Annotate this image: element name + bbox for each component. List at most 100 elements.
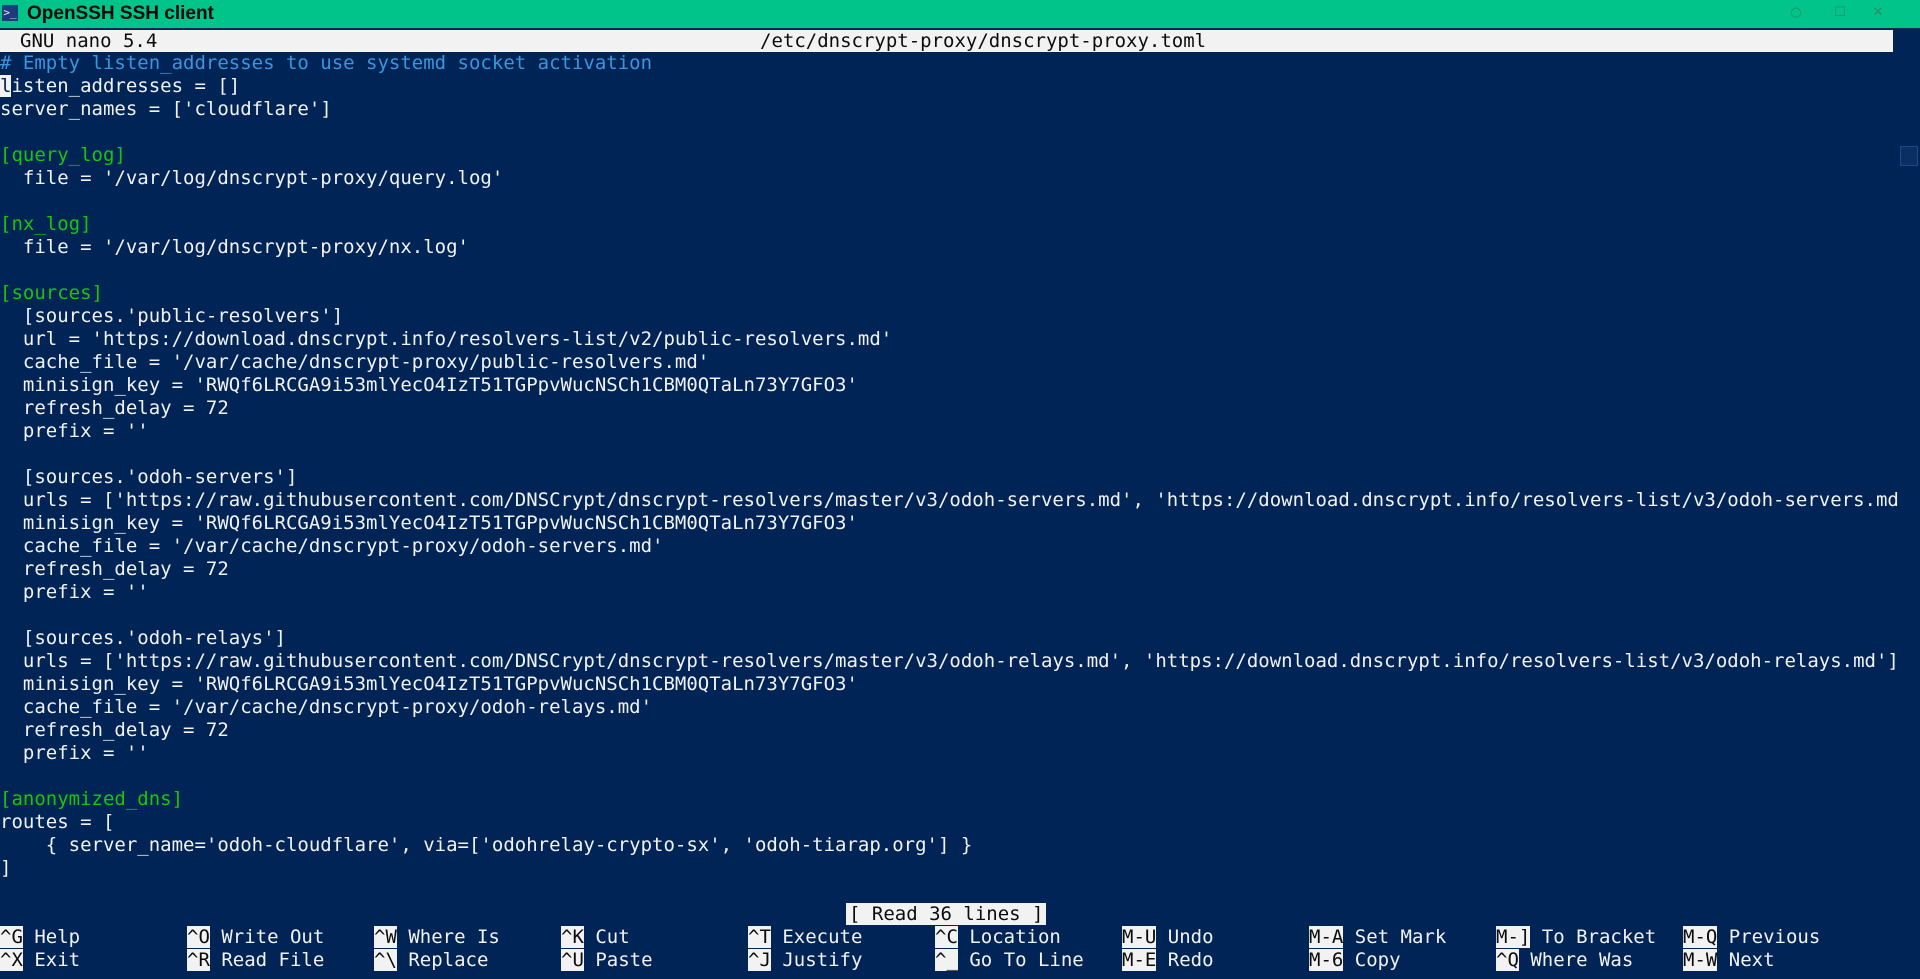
text-cursor: l bbox=[0, 75, 12, 97]
shortcut-label: To Bracket bbox=[1530, 926, 1657, 948]
code-line: prefix = '' bbox=[0, 581, 149, 603]
close-button[interactable]: ✕ bbox=[1858, 2, 1898, 24]
shortcut-label: Location bbox=[957, 926, 1061, 948]
code-line: refresh_delay = 72 bbox=[0, 719, 229, 741]
status-message: [ Read 36 lines ] bbox=[846, 903, 1047, 925]
shortcut-label: Cut bbox=[583, 926, 630, 948]
shortcut-justify[interactable]: ^J Justify bbox=[748, 949, 862, 972]
shortcut-label: Copy bbox=[1343, 949, 1401, 971]
code-line: # Empty listen_addresses to use systemd … bbox=[0, 52, 653, 74]
shortcut-key: ^K bbox=[561, 926, 584, 948]
shortcut-paste[interactable]: ^U Paste bbox=[561, 949, 653, 972]
code-line: urls = ['https://raw.githubusercontent.c… bbox=[0, 489, 1920, 511]
shortcut-label: Redo bbox=[1156, 949, 1214, 971]
editor-buffer[interactable]: # Empty listen_addresses to use systemd … bbox=[0, 52, 1920, 880]
shortcut-replace[interactable]: ^\ Replace bbox=[374, 949, 488, 972]
scrollbar-thumb[interactable] bbox=[1900, 146, 1918, 166]
code-line: prefix = '' bbox=[0, 742, 149, 764]
code-line: [anonymized_dns] bbox=[0, 788, 184, 810]
shortcut-undo[interactable]: M-U Undo bbox=[1122, 926, 1214, 949]
code-line: routes = [ bbox=[0, 811, 115, 833]
shortcut-label: Where Was bbox=[1518, 949, 1634, 971]
nano-header: GNU nano 5.4 /etc/dnscrypt-proxy/dnscryp… bbox=[0, 30, 1893, 52]
shortcut-label: Justify bbox=[770, 949, 863, 971]
code-line: ] bbox=[0, 857, 12, 879]
code-line: minisign_key = 'RWQf6LRCGA9i53mlYecO4IzT… bbox=[0, 374, 858, 396]
shortcut-label: Help bbox=[22, 926, 81, 948]
code-line: { server_name='odoh-cloudflare', via=['o… bbox=[0, 834, 973, 856]
file-name: /etc/dnscrypt-proxy/dnscrypt-proxy.toml bbox=[760, 30, 1207, 52]
shortcut-read-file[interactable]: ^R Read File bbox=[187, 949, 324, 972]
shortcut-key: ^O bbox=[187, 926, 210, 948]
shortcut-copy[interactable]: M-6 Copy bbox=[1309, 949, 1401, 972]
code-line: refresh_delay = 72 bbox=[0, 397, 229, 419]
scrollbar[interactable] bbox=[1898, 28, 1920, 979]
code-line: cache_file = '/var/cache/dnscrypt-proxy/… bbox=[0, 535, 664, 557]
shortcut-previous[interactable]: M-Q Previous bbox=[1683, 926, 1820, 949]
shortcut-location[interactable]: ^C Location bbox=[935, 926, 1061, 949]
shortcut-exit[interactable]: ^X Exit bbox=[0, 949, 80, 972]
window-title: OpenSSH SSH client bbox=[27, 3, 214, 24]
shortcut-redo[interactable]: M-E Redo bbox=[1122, 949, 1214, 972]
code-line: refresh_delay = 72 bbox=[0, 558, 229, 580]
shortcut-label: Previous bbox=[1717, 926, 1821, 948]
shortcut-key: ^X bbox=[0, 949, 23, 971]
code-line: cache_file = '/var/cache/dnscrypt-proxy/… bbox=[0, 351, 710, 373]
shortcut-execute[interactable]: ^T Execute bbox=[748, 926, 862, 949]
shortcut-help[interactable]: ^G Help bbox=[0, 926, 80, 949]
shortcut-write-out[interactable]: ^O Write Out bbox=[187, 926, 324, 949]
shortcut-key: M-U bbox=[1122, 926, 1157, 948]
code-line: [query_log] bbox=[0, 144, 126, 166]
shortcut-label: Execute bbox=[770, 926, 863, 948]
shortcut-set-mark[interactable]: M-A Set Mark bbox=[1309, 926, 1446, 949]
shortcut-where-is[interactable]: ^W Where Is bbox=[374, 926, 500, 949]
shortcut-key: ^_ bbox=[935, 949, 958, 971]
window-titlebar: >_ OpenSSH SSH client ○ ☐ ✕ bbox=[0, 0, 1920, 28]
shortcut-label: Where Is bbox=[396, 926, 500, 948]
shortcut-key: M-6 bbox=[1309, 949, 1344, 971]
code-line: file = '/var/log/dnscrypt-proxy/query.lo… bbox=[0, 167, 504, 189]
terminal-prompt-icon: >_ bbox=[2, 5, 18, 21]
shortcut-label: Go To Line bbox=[957, 949, 1084, 971]
maximize-button[interactable]: ☐ bbox=[1820, 2, 1860, 24]
code-line: url = 'https://download.dnscrypt.info/re… bbox=[0, 328, 893, 350]
shortcut-cut[interactable]: ^K Cut bbox=[561, 926, 630, 949]
terminal-area[interactable]: GNU nano 5.4 /etc/dnscrypt-proxy/dnscryp… bbox=[0, 28, 1920, 979]
code-line: server_names = ['cloudflare'] bbox=[0, 98, 332, 120]
shortcut-key: M-Q bbox=[1683, 926, 1718, 948]
code-line: [sources] bbox=[0, 282, 103, 304]
shortcut-key: ^G bbox=[0, 926, 23, 948]
shortcut-label: Next bbox=[1717, 949, 1775, 971]
shortcut-key: ^W bbox=[374, 926, 397, 948]
shortcut-label: Exit bbox=[22, 949, 81, 971]
code-line: [sources.'odoh-servers'] bbox=[0, 466, 298, 488]
shortcut-go-to-line[interactable]: ^_ Go To Line bbox=[935, 949, 1084, 972]
code-line: prefix = '' bbox=[0, 420, 149, 442]
shortcut-next[interactable]: M-W Next bbox=[1683, 949, 1775, 972]
shortcut-label: Write Out bbox=[209, 926, 325, 948]
shortcut-key: ^\ bbox=[374, 949, 397, 971]
shortcut-key: ^R bbox=[187, 949, 210, 971]
code-line: minisign_key = 'RWQf6LRCGA9i53mlYecO4IzT… bbox=[0, 512, 858, 534]
shortcut-key: M-W bbox=[1683, 949, 1718, 971]
shortcut-where-was[interactable]: ^Q Where Was bbox=[1496, 949, 1633, 972]
code-line: [nx_log] bbox=[0, 213, 92, 235]
shortcut-label: Replace bbox=[396, 949, 489, 971]
shortcut-key: ^J bbox=[748, 949, 771, 971]
shortcut-label: Undo bbox=[1156, 926, 1214, 948]
shortcut-key: ^T bbox=[748, 926, 771, 948]
code-line: [sources.'public-resolvers'] bbox=[0, 305, 344, 327]
shortcut-key: M-E bbox=[1122, 949, 1157, 971]
shortcut-label: Read File bbox=[209, 949, 325, 971]
nano-version: GNU nano 5.4 bbox=[20, 30, 158, 52]
minimize-button[interactable]: ○ bbox=[1776, 2, 1816, 24]
shortcut-to-bracket[interactable]: M-] To Bracket bbox=[1496, 926, 1656, 949]
shortcut-key: ^C bbox=[935, 926, 958, 948]
code-line: listen_addresses = [] bbox=[0, 75, 241, 97]
code-line: urls = ['https://raw.githubusercontent.c… bbox=[0, 650, 1899, 672]
